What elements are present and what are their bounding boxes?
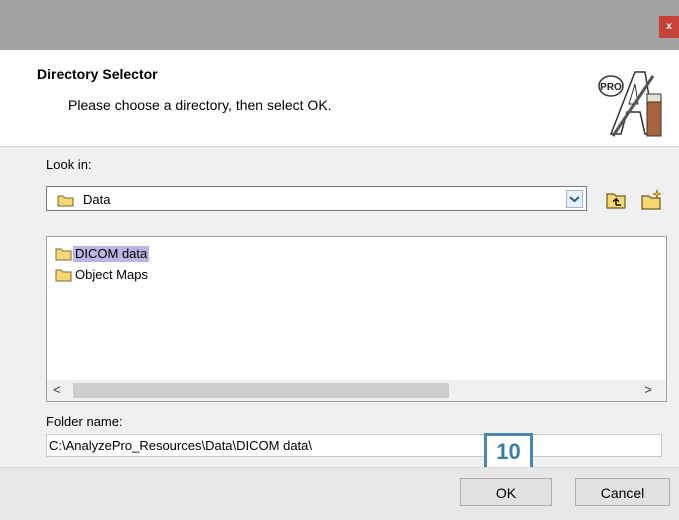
list-item[interactable]: Object Maps	[55, 267, 150, 283]
scroll-right-arrow[interactable]: >	[644, 382, 652, 397]
folder-icon	[55, 269, 72, 281]
list-item[interactable]: DICOM data	[55, 246, 150, 262]
list-item-label: Object Maps	[75, 267, 148, 282]
directory-list[interactable]: DICOM data Object Maps < >	[46, 236, 667, 402]
look-in-value: Data	[83, 192, 111, 207]
folder-name-field[interactable]: C:\AnalyzePro_Resources\Data\DICOM data\	[46, 434, 662, 457]
step-badge: 10	[484, 433, 533, 470]
folder-name-label: Folder name:	[46, 414, 123, 429]
logo-text: PRO	[600, 82, 622, 93]
chevron-down-icon[interactable]	[566, 190, 583, 208]
cancel-button[interactable]: Cancel	[575, 478, 670, 506]
scroll-left-arrow[interactable]: <	[53, 382, 61, 397]
horizontal-scrollbar[interactable]: < >	[47, 380, 666, 401]
directory-selector-dialog: x Directory Selector Please choose a dir…	[0, 0, 679, 520]
folder-icon	[57, 195, 74, 207]
ok-button[interactable]: OK	[460, 478, 552, 506]
new-folder-icon[interactable]	[640, 189, 662, 211]
list-item-label: DICOM data	[73, 246, 150, 262]
scrollbar-thumb[interactable]	[73, 383, 449, 398]
close-button[interactable]: x	[659, 16, 679, 38]
look-in-dropdown[interactable]: Data	[46, 186, 587, 211]
title-bar: x	[0, 0, 679, 50]
look-in-label: Look in:	[46, 157, 92, 172]
button-bar: OK Cancel	[0, 467, 679, 520]
dialog-instructions: Please choose a directory, then select O…	[68, 97, 332, 113]
folder-icon	[55, 248, 72, 260]
dialog-title: Directory Selector	[37, 66, 158, 82]
analyze-pro-logo: PRO	[598, 71, 662, 137]
up-folder-icon[interactable]	[605, 189, 627, 211]
dialog-header: Directory Selector Please choose a direc…	[0, 50, 679, 147]
